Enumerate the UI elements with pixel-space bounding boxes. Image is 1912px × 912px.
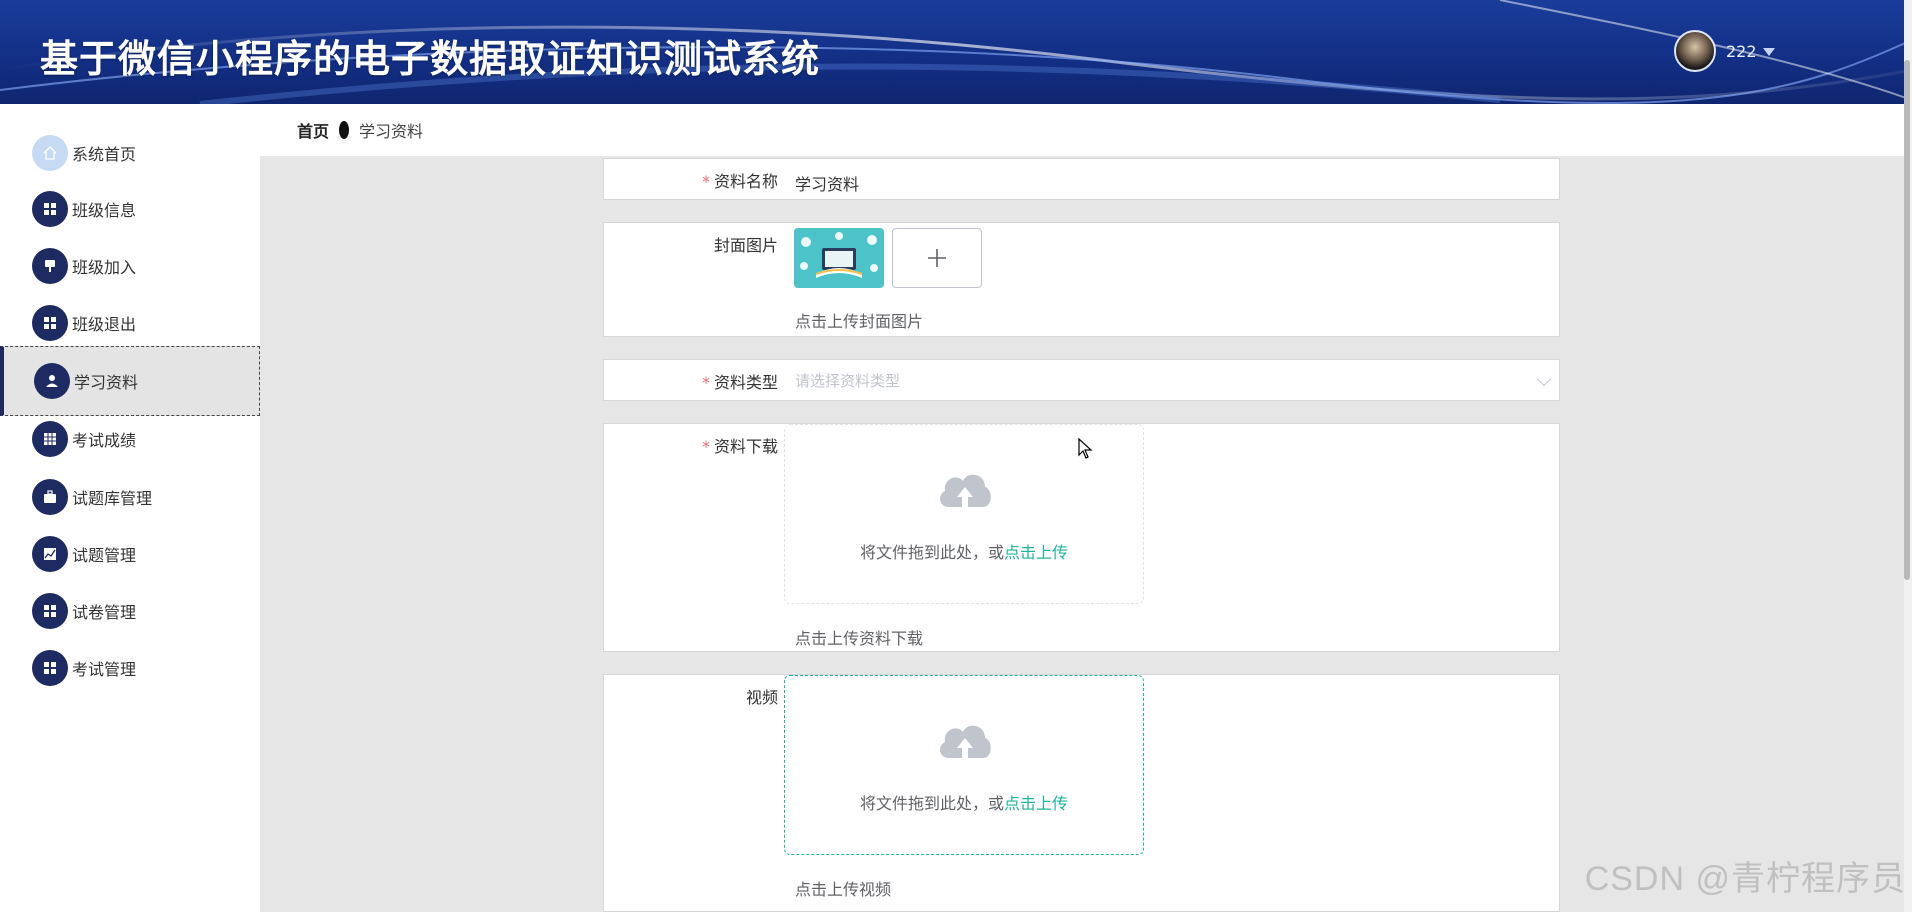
type-select-placeholder: 请选择资料类型 [795, 371, 901, 390]
breadcrumb-separator-icon [339, 121, 350, 139]
scrollbar-thumb[interactable] [1904, 60, 1910, 580]
mouse-cursor-icon [1078, 438, 1093, 459]
sidebar-item-label: 班级加入 [72, 258, 137, 277]
home-icon [32, 135, 68, 171]
username[interactable]: 222 [1726, 42, 1757, 61]
download-label: * 资料下载 [701, 437, 778, 456]
chevron-down-icon[interactable] [1762, 48, 1775, 56]
required-marker: * [701, 373, 710, 392]
download-hint: 点击上传资料下载 [795, 629, 924, 648]
video-upload-dropzone[interactable]: 将文件拖到此处，或点击上传 [784, 675, 1144, 855]
chevron-down-icon [1536, 371, 1552, 387]
video-upload-link[interactable]: 点击上传 [1004, 794, 1068, 813]
download-upload-link[interactable]: 点击上传 [1004, 543, 1068, 562]
sidebar-item-label: 考试成绩 [72, 431, 137, 450]
chart-icon [32, 536, 68, 572]
form-row-video: 视频 将文件拖到此处，或点击上传 点击上传视频 [603, 674, 1560, 912]
download-upload-text: 将文件拖到此处，或点击上传 [859, 543, 1069, 562]
form-row-name: * 资料名称 学习资料 [603, 158, 1560, 200]
watermark: CSDN @青柠程序员 [1584, 860, 1906, 898]
name-label: * 资料名称 [701, 172, 778, 191]
app-title: 基于微信小程序的电子数据取证知识测试系统 [40, 37, 821, 81]
user-icon [34, 363, 70, 399]
sidebar-item-label: 试题库管理 [72, 489, 153, 508]
breadcrumb-current: 学习资料 [359, 122, 424, 141]
sidebar-item-label: 试题管理 [72, 546, 137, 565]
video-hint: 点击上传视频 [795, 880, 892, 899]
sidebar-item-label: 系统首页 [72, 145, 137, 164]
pin-icon [32, 248, 68, 284]
name-input[interactable]: 学习资料 [795, 171, 859, 195]
video-label: 视频 [745, 688, 778, 707]
cover-label: 封面图片 [713, 236, 778, 255]
plus-icon [928, 249, 946, 267]
sidebar-item-label: 学习资料 [74, 373, 139, 392]
upload-cloud-icon [940, 725, 991, 760]
sidebar-item-label: 班级退出 [72, 315, 137, 334]
app-header: 基于微信小程序的电子数据取证知识测试系统 222 [0, 0, 1912, 104]
main-content: * 资料名称 学习资料 封面图片 点击上传封面图片 * 资料类型 请选择资料类型… [260, 156, 1912, 912]
cover-hint: 点击上传封面图片 [795, 312, 924, 331]
grid-icon [32, 593, 68, 629]
breadcrumb: 首页 学习资料 [260, 104, 1912, 156]
form-row-type: * 资料类型 请选择资料类型 [603, 359, 1560, 401]
avatar[interactable] [1674, 30, 1716, 72]
grid-icon [32, 305, 68, 341]
required-marker: * [701, 172, 710, 191]
type-select[interactable]: 请选择资料类型 [795, 360, 1559, 400]
sidebar-item-label: 试卷管理 [72, 603, 137, 622]
video-upload-text: 将文件拖到此处，或点击上传 [859, 794, 1069, 813]
add-cover-button[interactable] [892, 228, 982, 288]
briefcase-icon [32, 479, 68, 515]
form-row-cover: 封面图片 点击上传封面图片 [603, 222, 1560, 337]
breadcrumb-home[interactable]: 首页 [297, 118, 329, 142]
sidebar-item-9[interactable]: 考试管理 [0, 633, 260, 703]
scrollbar[interactable] [1904, 0, 1912, 912]
sidebar: 系统首页班级信息班级加入班级退出学习资料考试成绩试题库管理试题管理试卷管理考试管… [0, 104, 260, 912]
type-label: * 资料类型 [701, 373, 778, 392]
cover-image-thumbnail[interactable] [794, 228, 884, 288]
upload-cloud-icon [940, 474, 991, 509]
sidebar-item-label: 考试管理 [72, 660, 137, 679]
required-marker: * [701, 437, 710, 456]
grid-icon [32, 650, 68, 686]
user-menu[interactable]: 222 [1674, 30, 1775, 72]
table-icon [32, 421, 68, 457]
sidebar-item-label: 班级信息 [72, 201, 137, 220]
grid-icon [32, 191, 68, 227]
